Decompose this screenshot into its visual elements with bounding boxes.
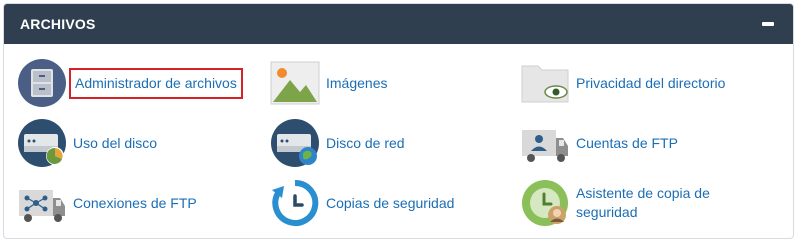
image-icon [270,58,320,108]
tool-disk-usage[interactable]: Uso del disco [17,118,157,168]
tools-grid: Administrador de archivos Imágenes Priva… [4,44,793,238]
tool-backup-wizard[interactable]: Asistente de copia de seguridad [520,178,736,228]
tool-images[interactable]: Imágenes [270,58,387,108]
tool-label: Copias de seguridad [326,194,455,211]
tool-ftp-accounts[interactable]: Cuentas de FTP [520,118,678,168]
backup-wizard-icon [520,178,570,228]
tool-label: Disco de red [326,134,405,151]
tool-file-manager[interactable]: Administrador de archivos [17,58,243,108]
panel-title: ARCHIVOS [20,16,96,32]
archivos-panel: ARCHIVOS Administrador de archivos Imáge… [3,3,794,239]
disk-usage-icon [17,118,67,168]
minus-icon [762,22,774,26]
backup-icon [270,178,320,228]
folder-eye-icon [520,58,570,108]
network-disk-icon [270,118,320,168]
tool-ftp-connections[interactable]: Conexiones de FTP [17,178,197,228]
tool-label: Imágenes [326,74,388,91]
file-cabinet-icon [17,58,67,108]
tool-label: Uso del disco [73,134,158,151]
panel-header: ARCHIVOS [4,4,793,44]
tool-label: Privacidad del directorio [576,74,726,91]
tool-backup[interactable]: Copias de seguridad [270,178,454,228]
tool-label: Conexiones de FTP [73,194,197,211]
tool-label: Cuentas de FTP [576,134,678,151]
collapse-button[interactable] [759,15,777,33]
tool-network-disk[interactable]: Disco de red [270,118,405,168]
tool-label: Administrador de archivos [69,67,243,99]
ftp-connections-icon [17,178,67,228]
tool-label: Asistente de copia de seguridad [576,185,710,220]
tool-directory-privacy[interactable]: Privacidad del directorio [520,58,725,108]
ftp-accounts-icon [520,118,570,168]
